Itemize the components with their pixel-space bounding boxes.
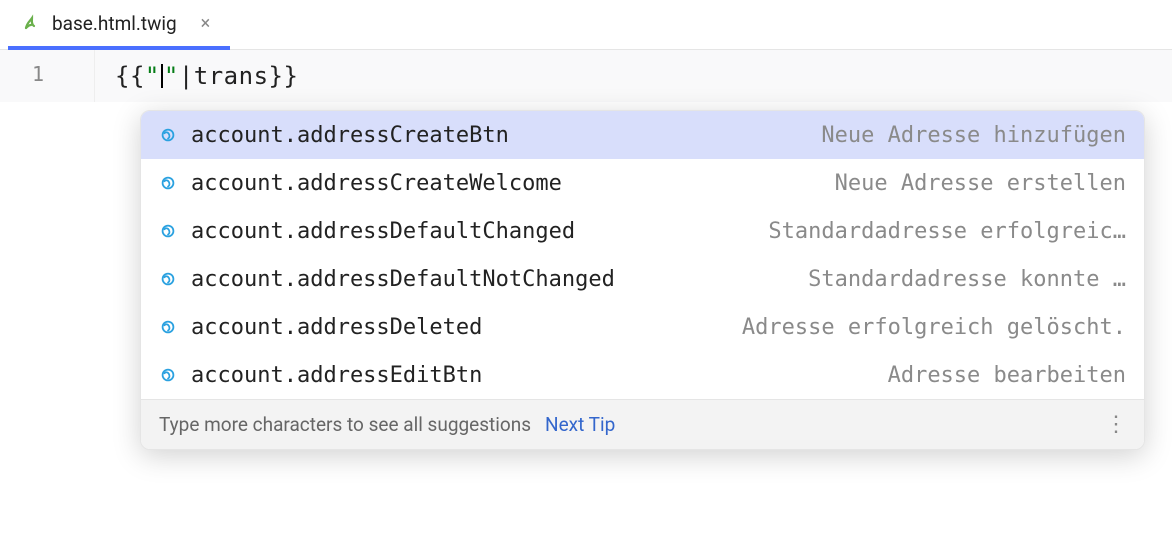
- suggestion-key: account.addressDefaultChanged: [191, 219, 575, 244]
- suggestion-item[interactable]: account.addressCreateWelcome Neue Adresse…: [141, 159, 1144, 207]
- suggestion-item[interactable]: account.addressDeleted Adresse erfolgreic…: [141, 303, 1144, 351]
- suggestion-description: Neue Adresse erstellen: [835, 171, 1126, 196]
- suggestion-key: account.addressDefaultNotChanged: [191, 267, 615, 292]
- translation-key-icon: [159, 270, 177, 288]
- suggestion-item[interactable]: account.addressDefaultChanged Standardadr…: [141, 207, 1144, 255]
- suggestion-list: account.addressCreateBtn Neue Adresse hin…: [141, 111, 1144, 399]
- translation-key-icon: [159, 318, 177, 336]
- twig-close: }}: [269, 62, 299, 90]
- suggestion-item[interactable]: account.addressDefaultNotChanged Standard…: [141, 255, 1144, 303]
- suggestion-item[interactable]: account.addressCreateBtn Neue Adresse hin…: [141, 111, 1144, 159]
- string-open-quote: ": [145, 62, 160, 90]
- suggestion-key: account.addressCreateWelcome: [191, 171, 562, 196]
- editor-tab-bar: base.html.twig ×: [0, 0, 1172, 50]
- translation-key-icon: [159, 174, 177, 192]
- twig-open: {{: [115, 62, 145, 90]
- code-line[interactable]: {{ " " | trans }}: [95, 50, 298, 102]
- editor-tab[interactable]: base.html.twig ×: [8, 1, 230, 50]
- close-tab-icon[interactable]: ×: [195, 13, 217, 34]
- line-gutter: 1: [0, 50, 95, 102]
- suggestion-key: account.addressCreateBtn: [191, 123, 509, 148]
- more-options-icon[interactable]: ⋮: [1105, 412, 1126, 437]
- twig-file-icon: [22, 13, 42, 33]
- suggestion-item[interactable]: account.addressEditBtn Adresse bearbeiten: [141, 351, 1144, 399]
- popup-footer: Type more characters to see all suggesti…: [141, 399, 1144, 449]
- line-number: 1: [32, 62, 44, 86]
- suggestion-key: account.addressEditBtn: [191, 363, 482, 388]
- editor-area: 1 {{ " " | trans }} account.addressCreat…: [0, 50, 1172, 102]
- suggestion-description: Neue Adresse hinzufügen: [821, 123, 1126, 148]
- suggestion-description: Adresse erfolgreich gelöscht.: [742, 315, 1126, 340]
- suggestion-description: Standardadresse erfolgreic…: [768, 219, 1126, 244]
- twig-pipe: |: [179, 62, 194, 90]
- suggestion-description: Standardadresse konnte …: [808, 267, 1126, 292]
- text-cursor: [161, 64, 163, 88]
- translation-key-icon: [159, 222, 177, 240]
- suggestion-description: Adresse bearbeiten: [888, 363, 1126, 388]
- next-tip-link[interactable]: Next Tip: [545, 413, 615, 436]
- suggestion-key: account.addressDeleted: [191, 315, 482, 340]
- string-close-quote: ": [164, 62, 179, 90]
- translation-key-icon: [159, 126, 177, 144]
- tab-filename: base.html.twig: [52, 12, 177, 35]
- autocomplete-popup: account.addressCreateBtn Neue Adresse hin…: [140, 110, 1145, 450]
- twig-filter: trans: [194, 62, 269, 90]
- footer-hint: Type more characters to see all suggesti…: [159, 413, 531, 436]
- translation-key-icon: [159, 366, 177, 384]
